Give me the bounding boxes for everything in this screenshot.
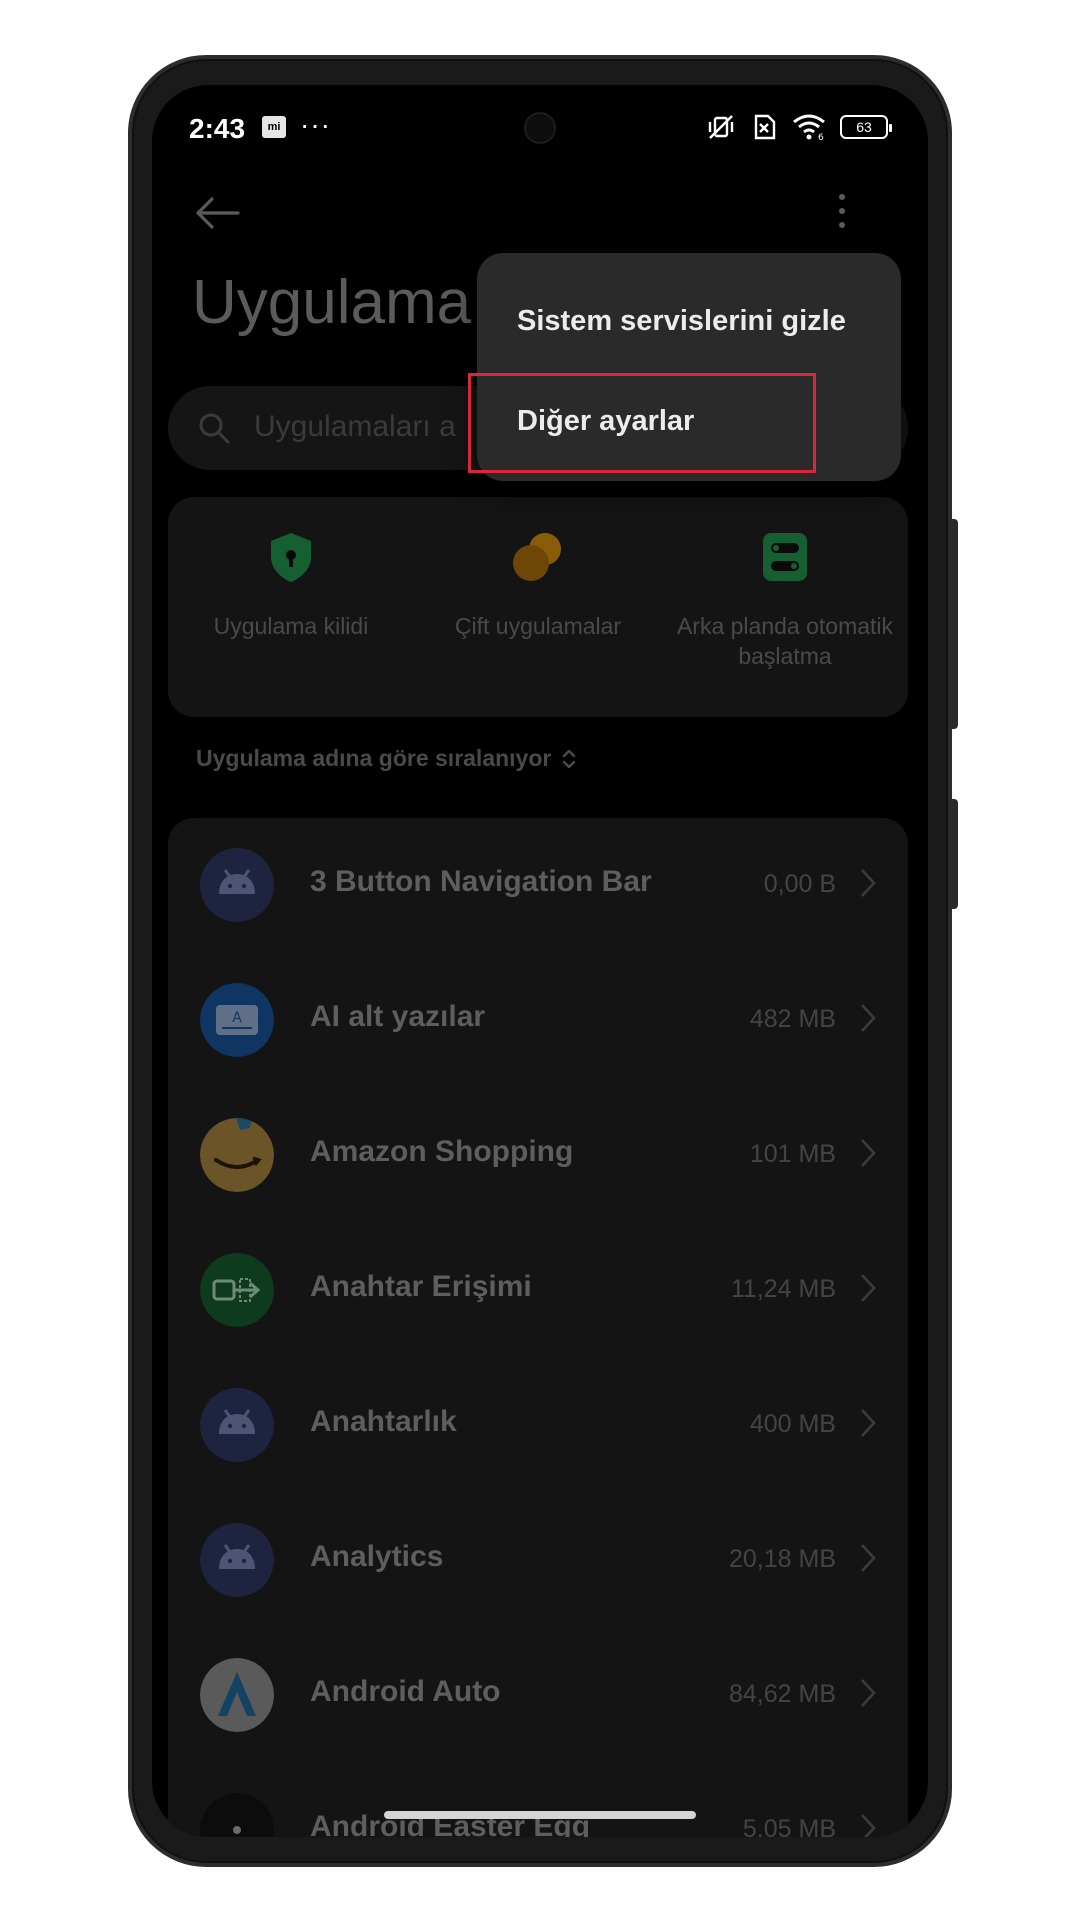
power-button: [950, 799, 958, 909]
app-name: 3 Button Navigation Bar: [310, 865, 652, 898]
easter-egg-icon: [200, 1793, 274, 1837]
quick-autostart-label: Arka planda otomatik başlatma: [676, 613, 894, 669]
sort-updown-icon: [563, 749, 576, 768]
menu-item-hide-system-services[interactable]: Sistem servislerini gizle: [517, 305, 846, 338]
search-placeholder: Uygulamaları a: [254, 410, 456, 443]
page-title: Uygulama: [192, 268, 472, 337]
list-item[interactable]: Anahtar Erişimi 11,24 MB: [168, 1223, 908, 1358]
quick-dual-apps-label: Çift uygulamalar: [454, 613, 622, 639]
app-name: AI alt yazılar: [310, 1000, 486, 1033]
android-icon: [200, 1523, 274, 1597]
quick-dual-apps[interactable]: Çift uygulamalar: [415, 529, 661, 641]
android-icon: [200, 1388, 274, 1462]
phone-screen: 2:43 mi ··· 6 63 Uygulama Uygulamaları a…: [152, 85, 928, 1837]
search-icon: [199, 413, 230, 444]
quick-app-lock-label: Uygulama kilidi: [213, 613, 369, 639]
amazon-icon: [200, 1118, 274, 1192]
list-item[interactable]: A AI alt yazılar 482 MB: [168, 953, 908, 1088]
list-item[interactable]: Android Easter Egg 5,05 MB: [168, 1763, 908, 1837]
app-size: 20,18 MB: [728, 1545, 836, 1573]
chevron-right-icon: [861, 1274, 876, 1302]
home-indicator[interactable]: [384, 1811, 696, 1819]
list-item[interactable]: 3 Button Navigation Bar 0,00 B: [168, 818, 908, 953]
shield-lock-icon: [271, 533, 311, 582]
chevron-right-icon: [861, 1679, 876, 1707]
chevron-right-icon: [861, 1004, 876, 1032]
sort-label: Uygulama adına göre sıralanıyor: [196, 745, 552, 771]
chevron-right-icon: [861, 1409, 876, 1437]
android-auto-icon: [200, 1658, 274, 1732]
chevron-right-icon: [861, 1814, 876, 1837]
android-icon: [200, 848, 274, 922]
list-item[interactable]: Analytics 20,18 MB: [168, 1493, 908, 1628]
volume-button: [950, 519, 958, 729]
app-name: Amazon Shopping: [310, 1135, 574, 1168]
app-name: Anahtarlık: [310, 1405, 457, 1438]
chevron-right-icon: [861, 1544, 876, 1572]
autostart-toggle-icon: [763, 533, 807, 581]
quick-autostart[interactable]: Arka planda otomatik başlatma: [662, 529, 908, 671]
app-name: Analytics: [310, 1540, 444, 1573]
highlight-box: [468, 373, 816, 473]
svg-text:A: A: [232, 1010, 242, 1026]
list-item[interactable]: Android Auto 84,62 MB: [168, 1628, 908, 1763]
ai-subtitles-icon: A: [200, 983, 274, 1057]
back-arrow-icon[interactable]: [192, 193, 242, 233]
app-list: 3 Button Navigation Bar 0,00 B A AI alt …: [168, 818, 908, 1837]
app-size: 0,00 B: [763, 870, 836, 898]
app-size: 11,24 MB: [730, 1275, 836, 1303]
dual-apps-icon: [513, 533, 561, 581]
sort-selector[interactable]: Uygulama adına göre sıralanıyor: [196, 745, 577, 772]
app-size: 400 MB: [749, 1410, 836, 1438]
quick-actions-card: Uygulama kilidi Çift uygulamalar Arka pl…: [168, 497, 908, 717]
app-size: 84,62 MB: [728, 1680, 836, 1708]
list-item[interactable]: Amazon Shopping 101 MB: [168, 1088, 908, 1223]
app-name: Anahtar Erişimi: [310, 1270, 532, 1303]
key-access-icon: [200, 1253, 274, 1327]
app-size: 482 MB: [749, 1005, 836, 1033]
app-size: 101 MB: [749, 1140, 836, 1168]
more-vert-icon[interactable]: [832, 189, 852, 233]
chevron-right-icon: [861, 1139, 876, 1167]
app-size: 5,05 MB: [742, 1815, 836, 1837]
quick-app-lock[interactable]: Uygulama kilidi: [168, 529, 414, 641]
list-item[interactable]: Anahtarlık 400 MB: [168, 1358, 908, 1493]
app-name: Android Auto: [310, 1675, 501, 1708]
chevron-right-icon: [861, 869, 876, 897]
